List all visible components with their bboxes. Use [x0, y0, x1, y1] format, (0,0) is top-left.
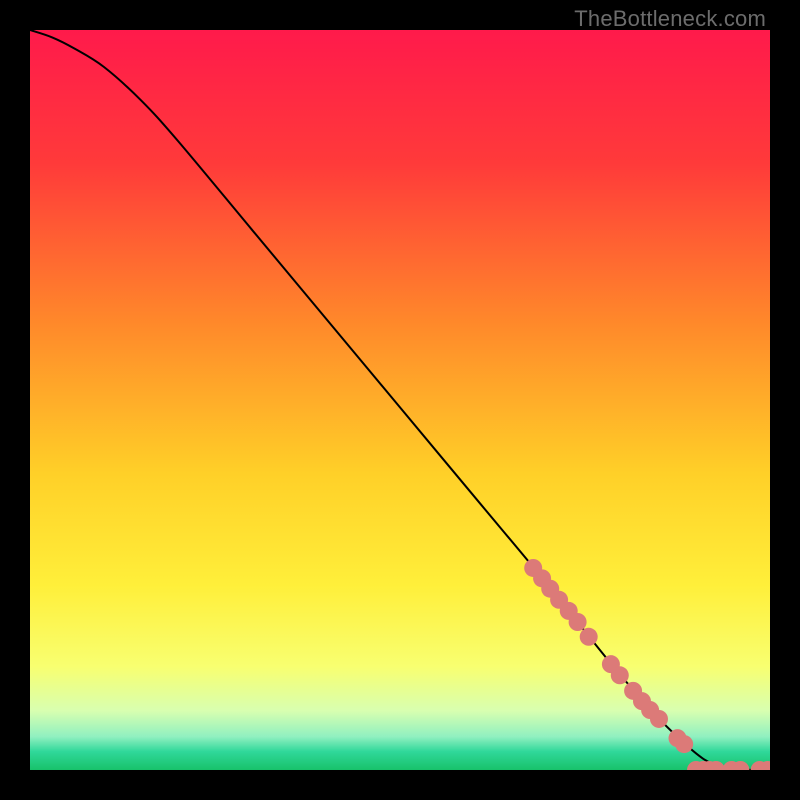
chart-svg: [30, 30, 770, 770]
chart-stage: TheBottleneck.com: [0, 0, 800, 800]
data-marker: [580, 628, 598, 646]
gradient-background: [30, 30, 770, 770]
data-marker: [650, 710, 668, 728]
data-marker: [675, 735, 693, 753]
data-marker: [569, 613, 587, 631]
watermark-text: TheBottleneck.com: [574, 6, 766, 32]
plot-area: [30, 30, 770, 770]
data-marker: [611, 666, 629, 684]
